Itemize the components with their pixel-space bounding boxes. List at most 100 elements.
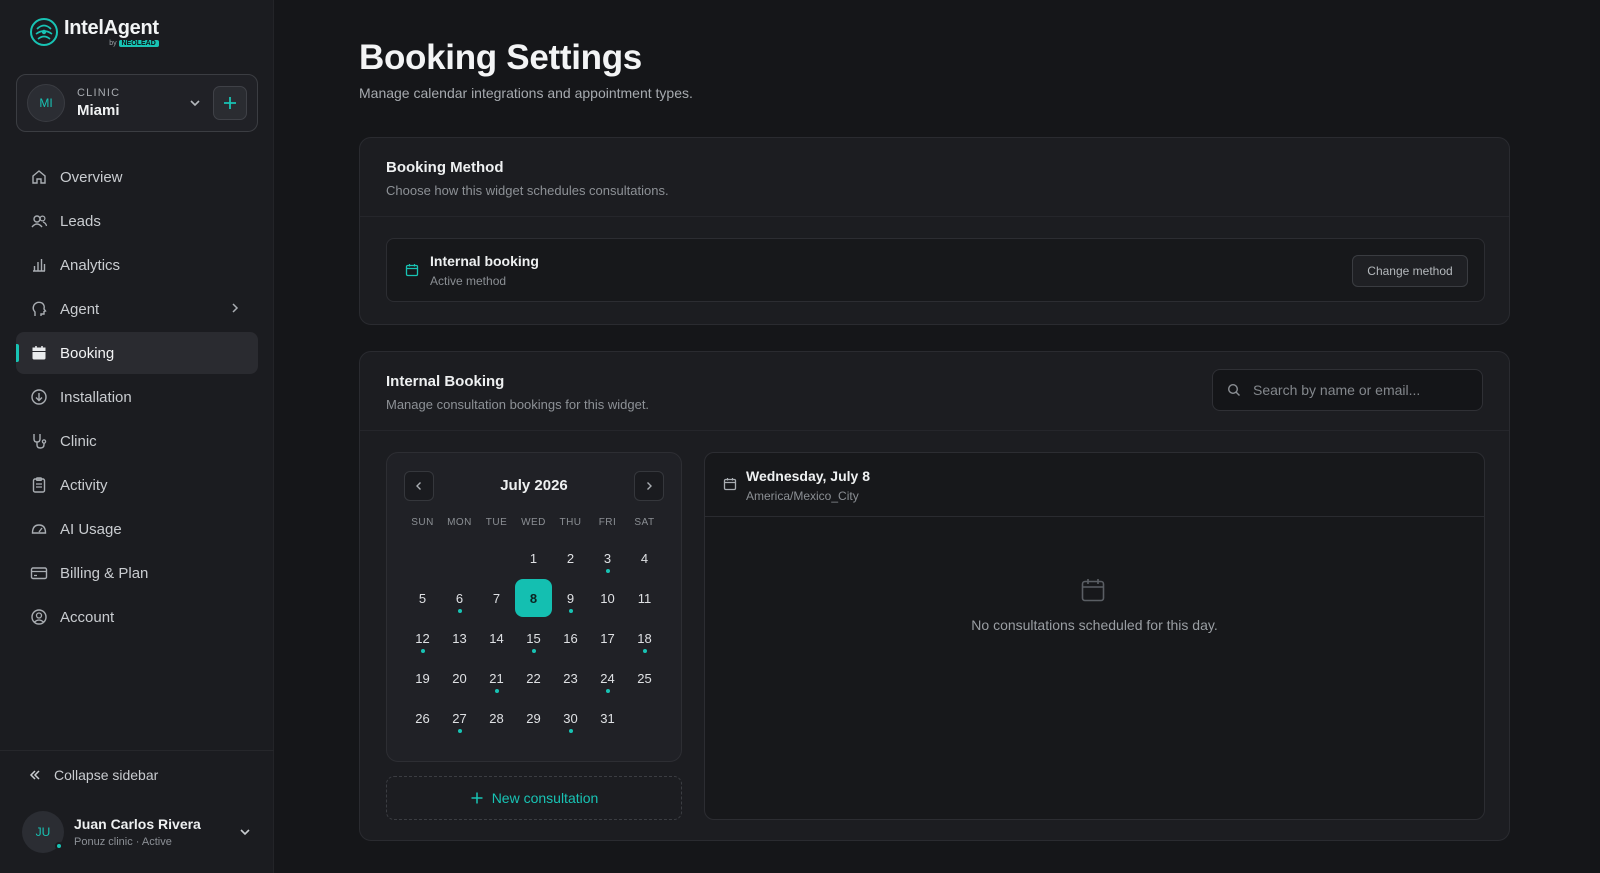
sidebar-item-billing[interactable]: Billing & Plan	[16, 552, 258, 594]
chevron-down-icon[interactable]	[185, 93, 205, 113]
next-month-button[interactable]	[634, 471, 664, 501]
collapse-sidebar-button[interactable]: Collapse sidebar	[28, 767, 158, 783]
clipboard-icon	[30, 476, 48, 494]
avatar: JU	[22, 811, 64, 853]
chevron-right-icon[interactable]	[228, 301, 242, 319]
calendar-day[interactable]: 1	[515, 539, 552, 579]
timezone-label: America/Mexico_City	[746, 489, 859, 503]
calendar-day[interactable]: 22	[515, 659, 552, 699]
calendar-day[interactable]: 27	[441, 699, 478, 739]
credit-card-icon	[30, 564, 48, 582]
sidebar-item-label: Clinic	[60, 432, 97, 450]
calendar-icon	[30, 344, 48, 362]
day-schedule-panel: Wednesday, July 8 America/Mexico_City No…	[704, 452, 1485, 820]
calendar-day[interactable]: 3	[589, 539, 626, 579]
agent-head-icon	[30, 300, 48, 318]
calendar-day[interactable]: 26	[404, 699, 441, 739]
calendar-day[interactable]: 15	[515, 619, 552, 659]
sidebar-footer: Collapse sidebar JU Juan Carlos Rivera P…	[0, 750, 274, 853]
sidebar-item-leads[interactable]: Leads	[16, 200, 258, 242]
calendar-day[interactable]: 11	[626, 579, 663, 619]
search-input[interactable]	[1253, 382, 1473, 398]
home-icon	[30, 168, 48, 186]
calendar-day[interactable]: 4	[626, 539, 663, 579]
calendar-day[interactable]: 31	[589, 699, 626, 739]
internal-booking-title: Internal Booking	[386, 373, 505, 390]
calendar-blank	[441, 539, 478, 579]
calendar-day[interactable]: 13	[441, 619, 478, 659]
sidebar-item-installation[interactable]: Installation	[16, 376, 258, 418]
brand-by: by	[109, 39, 117, 47]
day-number: 22	[526, 670, 541, 686]
chevron-down-icon[interactable]	[238, 825, 252, 839]
search-box[interactable]	[1212, 369, 1483, 411]
weekday-label: THU	[559, 517, 582, 528]
booking-indicator-dot	[568, 609, 573, 613]
calendar-day[interactable]: 5	[404, 579, 441, 619]
calendar-day[interactable]: 20	[441, 659, 478, 699]
chevron-right-icon	[647, 482, 652, 490]
calendar-blank	[404, 539, 441, 579]
calendar-day[interactable]: 14	[478, 619, 515, 659]
sidebar-item-account[interactable]: Account	[16, 596, 258, 638]
scrollbar[interactable]	[1590, 0, 1600, 873]
calendar-day[interactable]: 18	[626, 619, 663, 659]
sidebar: IntelAgent by NEOLEAD MI CLINIC Miami Ov…	[0, 0, 274, 873]
calendar-day[interactable]: 9	[552, 579, 589, 619]
internal-booking-card: Internal Booking Manage consultation boo…	[359, 351, 1510, 841]
sidebar-item-booking[interactable]: Booking	[16, 332, 258, 374]
calendar-day[interactable]: 29	[515, 699, 552, 739]
booking-indicator-dot	[568, 729, 573, 733]
brand-company: NEOLEAD	[118, 39, 159, 47]
calendar-day[interactable]: 17	[589, 619, 626, 659]
sidebar-item-label: Billing & Plan	[60, 564, 149, 582]
calendar-day[interactable]: 10	[589, 579, 626, 619]
day-number: 8	[515, 579, 552, 617]
calendar-day-selected[interactable]: 8	[515, 579, 552, 619]
sidebar-item-ai-usage[interactable]: AI Usage	[16, 508, 258, 550]
change-method-button[interactable]: Change method	[1352, 255, 1468, 287]
sidebar-nav: Overview Leads Analytics Agent Booking I…	[16, 156, 258, 640]
sidebar-item-clinic[interactable]: Clinic	[16, 420, 258, 462]
sidebar-item-agent[interactable]: Agent	[16, 288, 258, 330]
calendar-day[interactable]: 2	[552, 539, 589, 579]
calendar-day[interactable]: 7	[478, 579, 515, 619]
mini-calendar: July 2026 SUN MON TUE WED THU FRI SAT 1 2 3 4 5 6 7 8 9…	[386, 452, 682, 762]
calendar-day[interactable]: 24	[589, 659, 626, 699]
method-status: Active method	[430, 274, 507, 288]
brand-logo[interactable]: IntelAgent by NEOLEAD	[28, 16, 159, 48]
calendar-icon	[405, 263, 419, 282]
sidebar-item-analytics[interactable]: Analytics	[16, 244, 258, 286]
empty-state-message: No consultations scheduled for this day.	[971, 617, 1218, 633]
calendar-day[interactable]: 19	[404, 659, 441, 699]
calendar-day[interactable]: 6	[441, 579, 478, 619]
calendar-day[interactable]: 23	[552, 659, 589, 699]
calendar-day[interactable]: 30	[552, 699, 589, 739]
new-consultation-button[interactable]: New consultation	[386, 776, 682, 820]
weekday-label: MON	[447, 517, 472, 528]
clinic-switcher[interactable]: MI CLINIC Miami	[16, 74, 258, 132]
booking-indicator-dot	[457, 609, 462, 613]
day-number: 20	[452, 670, 467, 686]
sidebar-item-overview[interactable]: Overview	[16, 156, 258, 198]
day-number: 1	[529, 550, 538, 566]
calendar-day[interactable]: 12	[404, 619, 441, 659]
page-subtitle: Manage calendar integrations and appoint…	[359, 85, 693, 101]
sidebar-item-activity[interactable]: Activity	[16, 464, 258, 506]
calendar-day[interactable]: 16	[552, 619, 589, 659]
calendar-day[interactable]: 28	[478, 699, 515, 739]
user-menu[interactable]: JU Juan Carlos Rivera Ponuz clinic · Act…	[22, 811, 252, 853]
day-number: 13	[452, 630, 467, 646]
sidebar-item-label: Booking	[60, 344, 115, 362]
users-icon	[30, 212, 48, 230]
calendar-day[interactable]: 25	[626, 659, 663, 699]
clinic-avatar: MI	[27, 84, 65, 122]
day-number: 17	[600, 630, 615, 646]
add-clinic-button[interactable]	[213, 86, 247, 120]
booking-indicator-dot	[420, 649, 425, 653]
brain-logo-icon	[28, 16, 60, 48]
active-method-row: Internal booking Active method Change me…	[386, 238, 1485, 302]
avatar-initials: JU	[35, 825, 51, 839]
calendar-day[interactable]: 21	[478, 659, 515, 699]
booking-method-subtitle: Choose how this widget schedules consult…	[386, 183, 669, 198]
